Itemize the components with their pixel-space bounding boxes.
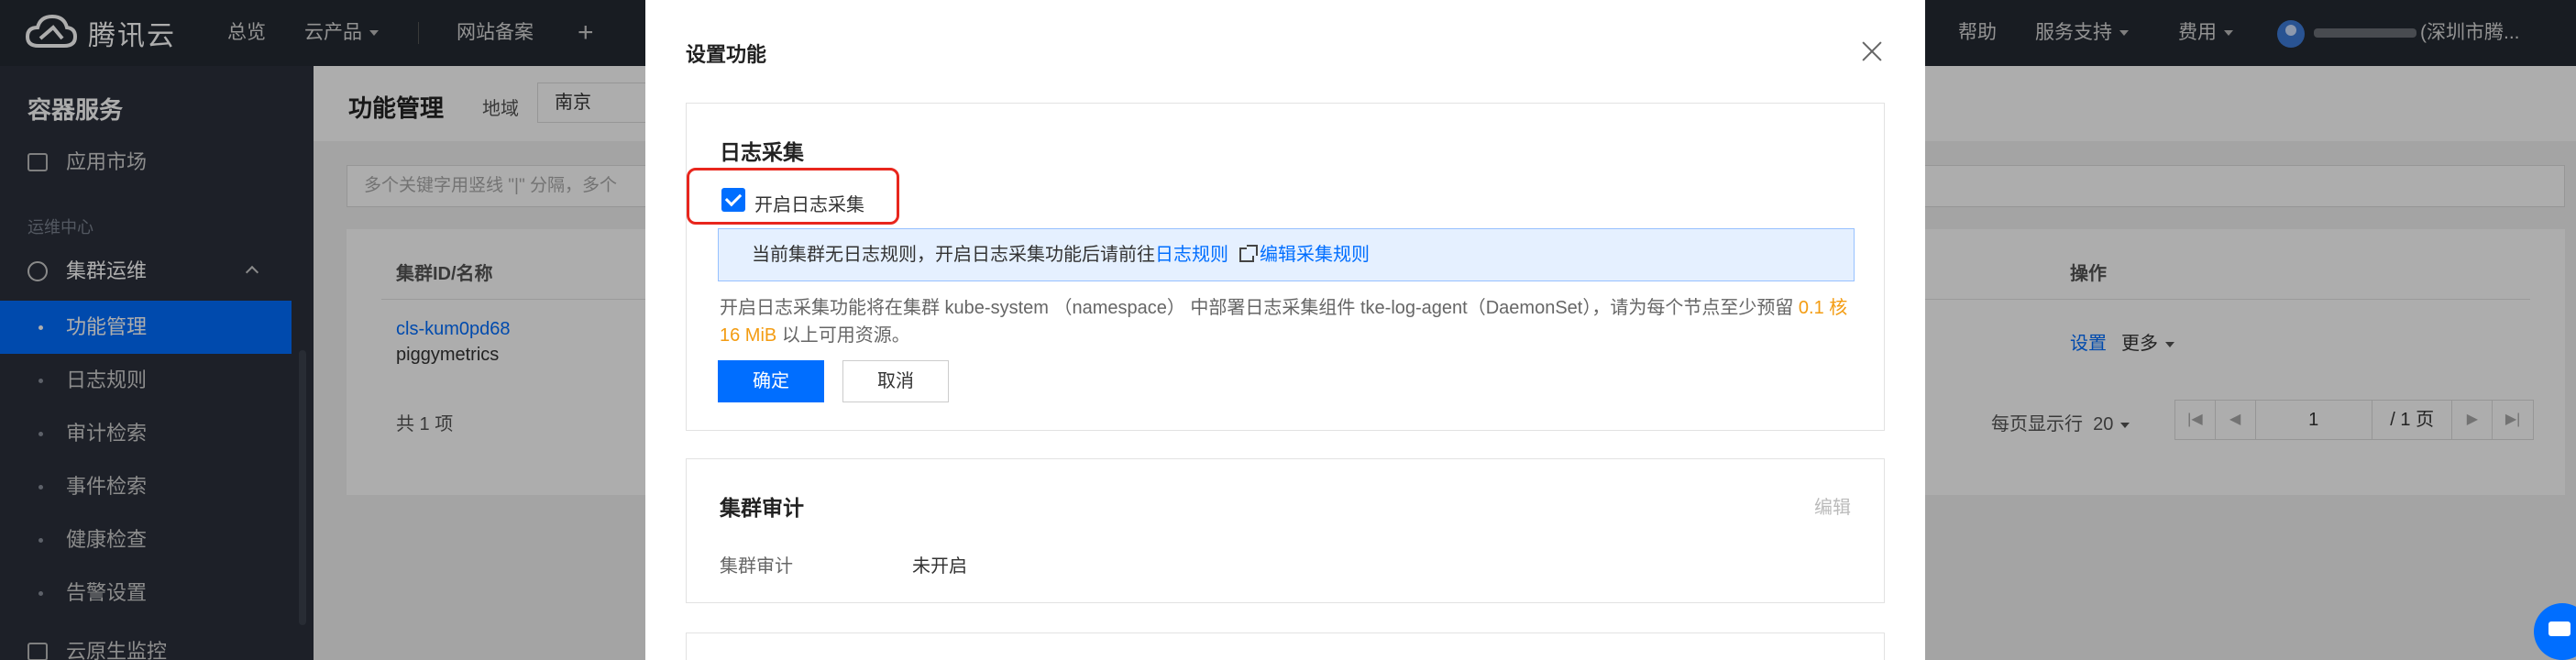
desc-text-end: 以上可用资源。 — [781, 325, 910, 346]
settings-modal: 设置功能 日志采集 开启日志采集 当前集群无日志规则，开启日志采集功能后请前往日… — [645, 0, 1925, 660]
audit-value: 未开启 — [912, 556, 967, 577]
cluster-audit-header: 集群审计 — [720, 496, 804, 520]
audit-key: 集群审计 — [720, 556, 793, 577]
enable-log-label[interactable]: 开启日志采集 — [754, 190, 864, 216]
confirm-button[interactable]: 确定 — [718, 360, 824, 402]
cluster-audit-panel: 集群审计 编辑 集群审计 未开启 — [686, 458, 1885, 603]
next-panel — [686, 632, 1885, 660]
log-collection-header: 日志采集 — [720, 140, 804, 164]
log-rules-link[interactable]: 日志规则 — [1155, 245, 1228, 265]
cancel-button[interactable]: 取消 — [842, 360, 949, 402]
info-text: 当前集群无日志规则，开启日志采集功能后请前往 — [752, 245, 1155, 265]
modal-title: 设置功能 — [686, 43, 767, 66]
external-link-icon — [1239, 245, 1258, 262]
log-description: 开启日志采集功能将在集群 kube-system （namespace） 中部署… — [720, 294, 1866, 349]
log-collection-panel: 日志采集 开启日志采集 当前集群无日志规则，开启日志采集功能后请前往日志规则 编辑… — [686, 103, 1885, 431]
edit-rules-link[interactable]: 编辑采集规则 — [1260, 245, 1370, 265]
desc-text: 开启日志采集功能将在集群 kube-system （namespace） 中部署… — [720, 298, 1794, 318]
audit-edit-link[interactable]: 编辑 — [1814, 492, 1851, 519]
close-icon[interactable] — [1861, 40, 1883, 62]
info-banner: 当前集群无日志规则，开启日志采集功能后请前往日志规则 编辑采集规则 — [718, 228, 1855, 281]
enable-log-checkbox[interactable] — [721, 188, 745, 212]
